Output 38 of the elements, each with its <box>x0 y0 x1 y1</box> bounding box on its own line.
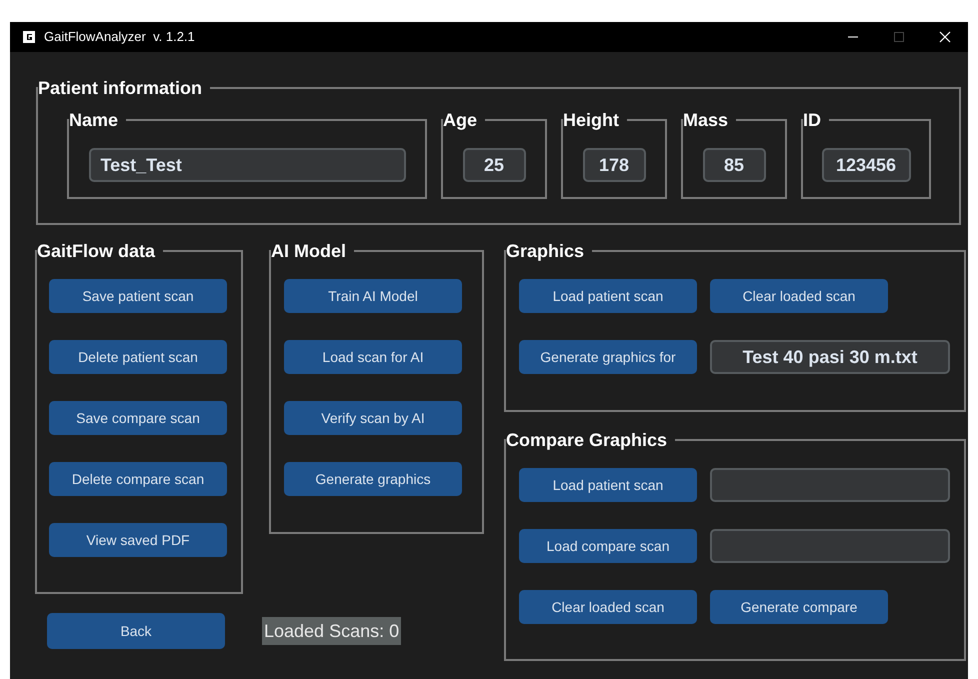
loaded-scans-label: Loaded Scans: 0 <box>262 617 402 645</box>
group-title: Patient information <box>38 78 204 98</box>
action-button[interactable]: Train AI Model <box>284 279 462 313</box>
group-title: Age <box>443 110 478 130</box>
text-field[interactable]: Test 40 pasi 30 m.txt <box>710 340 950 374</box>
action-button[interactable]: Save compare scan <box>49 401 227 435</box>
action-button[interactable]: Load patient scan <box>519 468 697 502</box>
text-field[interactable] <box>710 529 950 563</box>
group-title: AI Model <box>271 241 347 261</box>
group-title: Height <box>563 110 620 130</box>
input-field[interactable]: Test_Test <box>88 148 406 182</box>
action-button[interactable]: Load compare scan <box>519 529 697 563</box>
group-title: Name <box>69 110 120 130</box>
action-button[interactable]: Generate compare <box>710 590 888 624</box>
action-button[interactable]: Delete compare scan <box>49 462 227 496</box>
action-button[interactable]: Clear loaded scan <box>519 590 697 624</box>
text-field[interactable] <box>710 468 950 502</box>
action-button[interactable]: Save patient scan <box>49 279 227 313</box>
input-field[interactable]: 25 <box>462 148 526 182</box>
group-title: Compare Graphics <box>506 430 668 450</box>
logo-icon <box>22 30 36 44</box>
input-field[interactable]: 178 <box>582 148 646 182</box>
action-button[interactable]: Delete patient scan <box>49 340 227 374</box>
back-button[interactable]: Back <box>47 613 225 649</box>
group-title: GaitFlow data <box>37 241 156 261</box>
input-field[interactable]: 85 <box>702 148 766 182</box>
action-button[interactable]: Generate graphics for <box>519 340 697 374</box>
action-button[interactable]: Verify scan by AI <box>284 401 462 435</box>
action-button[interactable]: Load scan for AI <box>284 340 462 374</box>
group-title: Graphics <box>506 241 586 261</box>
action-button[interactable]: Generate graphics <box>284 462 462 496</box>
action-button[interactable]: Load patient scan <box>519 279 697 313</box>
window-title: GaitFlowAnalyzer v. 1.2.1 <box>44 28 195 46</box>
group-title: ID <box>803 110 822 130</box>
action-button[interactable]: View saved PDF <box>49 523 227 557</box>
group-title: Mass <box>683 110 730 130</box>
action-button[interactable]: Clear loaded scan <box>710 279 888 313</box>
input-field[interactable]: 123456 <box>822 148 910 182</box>
